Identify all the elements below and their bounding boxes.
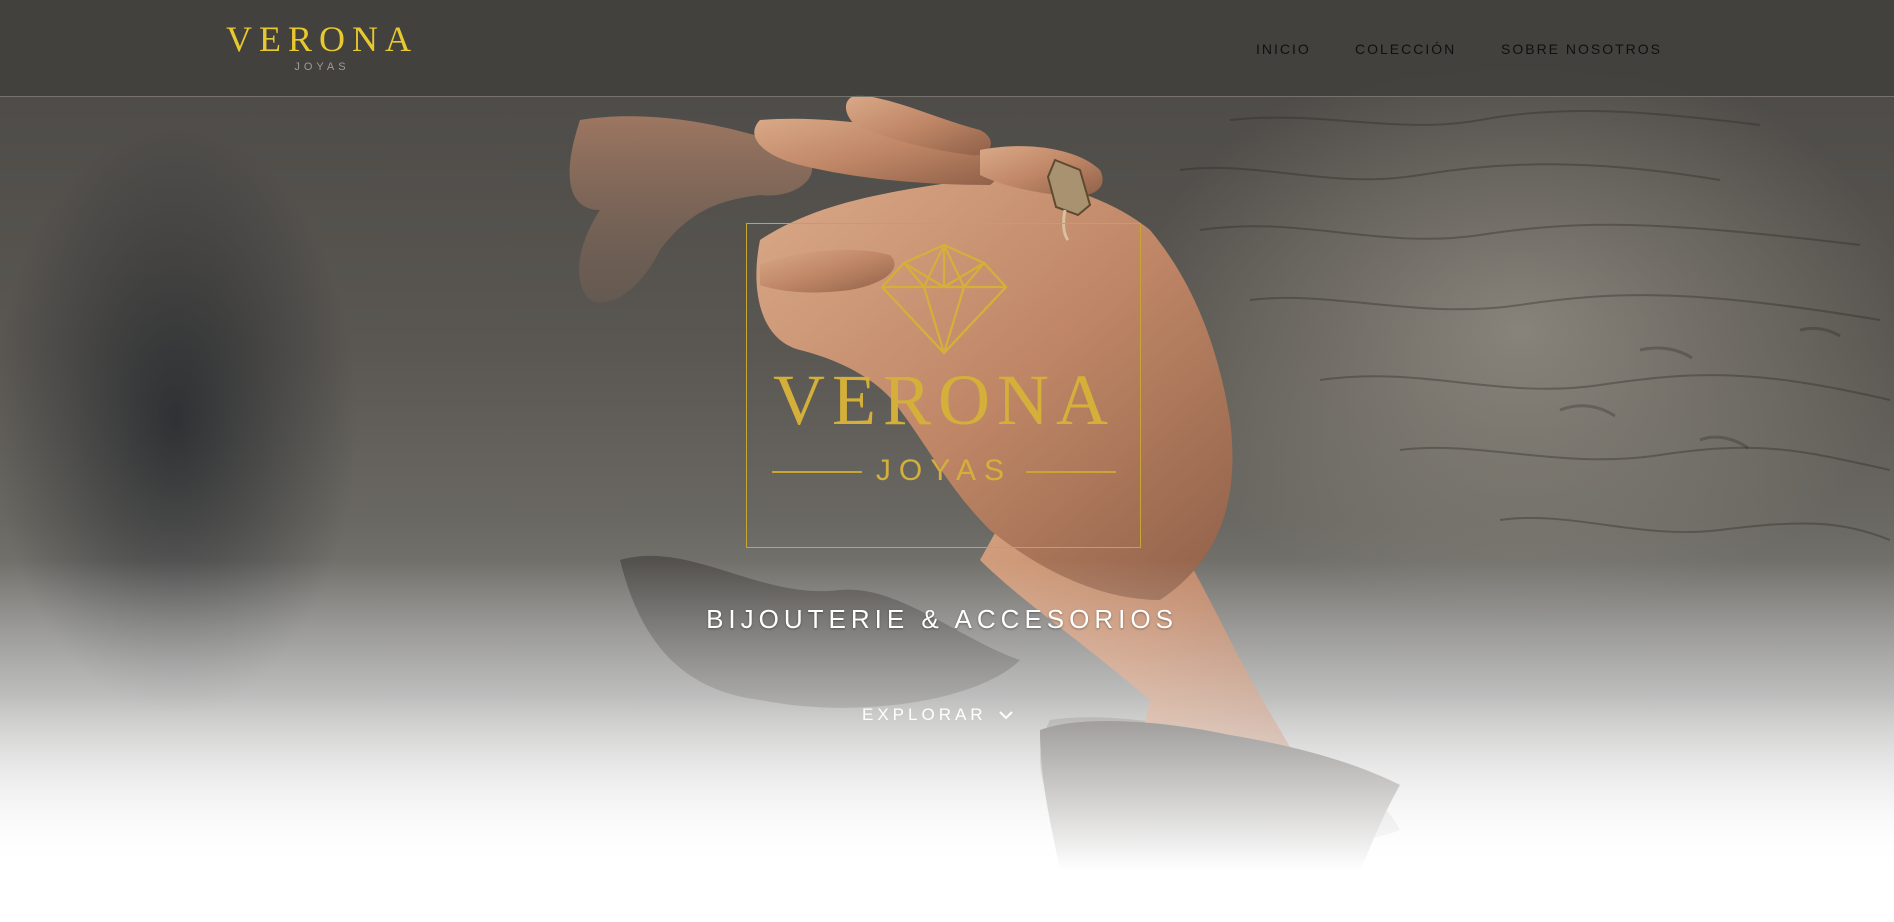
- nav-logo[interactable]: VERONA JOYAS: [222, 20, 422, 74]
- emblem-subtitle-row: JOYAS: [772, 451, 1116, 491]
- emblem-line-right: [1026, 471, 1116, 473]
- nav-logo-title: VERONA: [226, 19, 418, 59]
- hero-emblem: VERONA JOYAS: [746, 223, 1142, 549]
- explore-label: EXPLORAR: [862, 705, 987, 724]
- chevron-down-icon: [998, 711, 1013, 720]
- emblem-title: VERONA: [773, 360, 1115, 440]
- nav-link-coleccion[interactable]: COLECCIÓN: [1355, 41, 1456, 57]
- hero-tagline: BIJOUTERIE & ACCESORIOS: [706, 604, 1178, 634]
- nav-link-sobre-nosotros[interactable]: SOBRE NOSOTROS: [1501, 41, 1662, 57]
- nav-logo-subtitle: JOYAS: [294, 61, 350, 73]
- hero-section: VERONA JOYAS BIJOUTERIE & ACCESORIOS EXP…: [0, 0, 1894, 870]
- top-navbar: VERONA JOYAS INICIO COLECCIÓN SOBRE NOSO…: [0, 0, 1894, 97]
- diamond-icon: [880, 243, 1008, 355]
- nav-link-inicio[interactable]: INICIO: [1256, 41, 1311, 57]
- explore-button[interactable]: EXPLORAR: [862, 700, 1013, 730]
